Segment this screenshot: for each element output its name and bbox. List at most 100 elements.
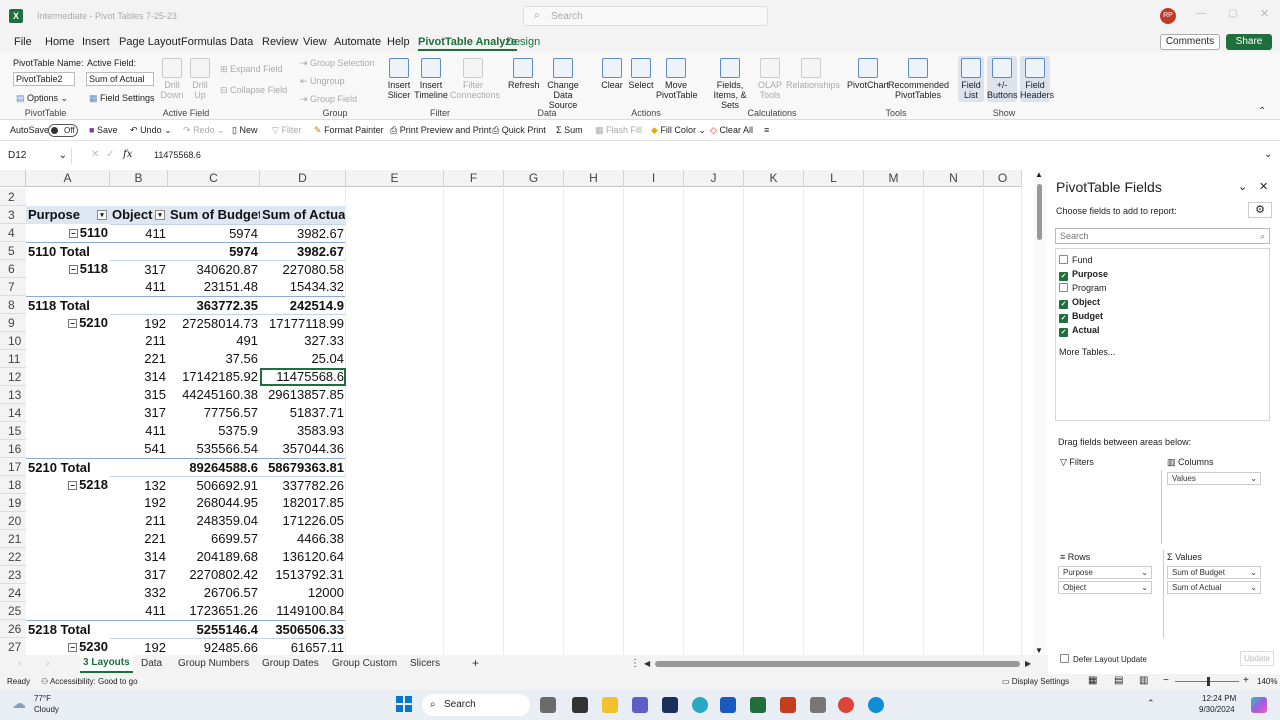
- filter-dropdown-icon[interactable]: ▾: [97, 210, 107, 220]
- cell-b[interactable]: 317: [110, 404, 168, 422]
- sum-button[interactable]: Σ Sum: [556, 125, 583, 135]
- defer-layout-checkbox[interactable]: Defer Layout Update: [1060, 654, 1147, 664]
- clear-all-button[interactable]: ◇ Clear All: [710, 125, 753, 136]
- collapse-ribbon-icon[interactable]: ⌃: [1258, 106, 1266, 117]
- formula-input[interactable]: 11475568.6: [154, 150, 201, 160]
- fill-color-button[interactable]: ◆ Fill Color ⌄: [651, 125, 706, 136]
- cell-b[interactable]: 541: [110, 440, 168, 458]
- cell-b[interactable]: 211: [110, 332, 168, 350]
- row-header[interactable]: 2: [0, 188, 26, 206]
- column-header-b[interactable]: B: [110, 170, 168, 187]
- row-header[interactable]: 27: [0, 638, 26, 655]
- row-header[interactable]: 3: [0, 206, 26, 224]
- cell-c[interactable]: 5974: [168, 242, 260, 260]
- expand-field-button[interactable]: ⊞ Expand Field: [220, 64, 283, 75]
- field-purpose[interactable]: ✓ Purpose: [1059, 269, 1108, 281]
- row-header[interactable]: 20: [0, 512, 26, 530]
- field-search-input[interactable]: Search ⌕: [1055, 228, 1270, 244]
- column-header-n[interactable]: N: [924, 170, 984, 187]
- move-pivottable-button[interactable]: Move PivotTable: [656, 58, 698, 100]
- values-item-budget[interactable]: Sum of Budget ⌄: [1167, 566, 1261, 579]
- panel-options-chevron-icon[interactable]: ⌄: [1238, 180, 1247, 193]
- cell-d[interactable]: 242514.9: [260, 296, 346, 314]
- row-header[interactable]: 6: [0, 260, 26, 278]
- field-headers-button[interactable]: Field Headers: [1020, 56, 1054, 102]
- rows-item-object[interactable]: Object ⌄: [1058, 581, 1152, 594]
- insert-slicer-button[interactable]: Insert Slicer: [386, 58, 412, 100]
- drill-down-button[interactable]: Drill Down: [160, 58, 184, 100]
- cell-d[interactable]: 3583.93: [260, 422, 346, 440]
- cell-b[interactable]: 332: [110, 584, 168, 602]
- column-header-l[interactable]: L: [804, 170, 864, 187]
- field-program[interactable]: Program: [1059, 283, 1107, 293]
- cell-a[interactable]: 5118 Total: [26, 296, 110, 314]
- cell-c[interactable]: 5255146.4: [168, 620, 260, 638]
- accessibility-status[interactable]: ⚇ Accessibility: Good to go: [41, 677, 138, 686]
- autosave-toggle[interactable]: Off: [48, 124, 78, 137]
- row-header[interactable]: 7: [0, 278, 26, 296]
- row-header[interactable]: 9: [0, 314, 26, 332]
- ungroup-button[interactable]: ⇤ Ungroup: [300, 76, 345, 87]
- cell-b[interactable]: 192: [110, 638, 168, 655]
- cell-c[interactable]: 23151.48: [168, 278, 260, 296]
- h-scroll-left-icon[interactable]: ◀: [644, 659, 650, 668]
- quick-print-button[interactable]: ⎙ Quick Print: [492, 125, 546, 136]
- cell-a[interactable]: [26, 566, 110, 584]
- row-header[interactable]: 17: [0, 458, 26, 476]
- cell-c[interactable]: 340620.87: [168, 260, 260, 278]
- cell-a[interactable]: 5218 Total: [26, 620, 110, 638]
- cell-a[interactable]: 5110 Total: [26, 242, 110, 260]
- column-header-g[interactable]: G: [504, 170, 564, 187]
- l-app-icon[interactable]: [662, 697, 678, 713]
- cell-b[interactable]: 315: [110, 386, 168, 404]
- pivotchart-button[interactable]: PivotChart: [846, 58, 890, 90]
- cell-a[interactable]: [26, 494, 110, 512]
- cell-d[interactable]: 182017.85: [260, 494, 346, 512]
- zoom-slider-thumb[interactable]: [1207, 677, 1210, 686]
- tab-design[interactable]: Design: [506, 36, 540, 48]
- vertical-scrollbar[interactable]: ▲ ▼: [1033, 170, 1047, 655]
- row-header[interactable]: 22: [0, 548, 26, 566]
- share-button[interactable]: Share: [1226, 34, 1272, 50]
- filter-connections-button[interactable]: Filter Connections: [450, 58, 500, 100]
- confirm-icon[interactable]: ✓: [106, 149, 114, 160]
- settings-icon[interactable]: [810, 697, 826, 713]
- cell-b[interactable]: [110, 188, 168, 206]
- field-checkbox[interactable]: ✓: [1059, 314, 1068, 323]
- weather-icon[interactable]: ☁: [12, 695, 26, 712]
- field-checkbox[interactable]: ✓: [1059, 328, 1068, 337]
- column-header-a[interactable]: A: [26, 170, 110, 187]
- sheet-tab-group-dates[interactable]: Group Dates: [262, 658, 319, 669]
- cell-d[interactable]: 11475568.6: [260, 368, 346, 386]
- cell-a[interactable]: −5230: [26, 638, 110, 655]
- cell-b[interactable]: 317: [110, 260, 168, 278]
- undo-button[interactable]: ↶ Undo ⌄: [130, 125, 172, 136]
- cell-b[interactable]: 192: [110, 494, 168, 512]
- cell-b[interactable]: [110, 458, 168, 476]
- page-layout-view-icon[interactable]: ▤: [1114, 675, 1123, 686]
- rows-item-purpose[interactable]: Purpose ⌄: [1058, 566, 1152, 579]
- insert-function-icon[interactable]: fx: [123, 149, 132, 160]
- zoom-out-icon[interactable]: −: [1163, 675, 1169, 686]
- cell-c[interactable]: [168, 188, 260, 206]
- excel-app-icon[interactable]: X: [9, 9, 23, 23]
- tab-page-layout[interactable]: Page Layout: [119, 36, 181, 48]
- refresh-button[interactable]: Refresh: [508, 58, 540, 90]
- cell-b[interactable]: 317: [110, 566, 168, 584]
- cell-a[interactable]: [26, 512, 110, 530]
- cell-b[interactable]: [110, 296, 168, 314]
- cell-c[interactable]: Sum of Budget: [168, 206, 260, 224]
- cell-c[interactable]: 17142185.92: [168, 368, 260, 386]
- cell-c[interactable]: 363772.35: [168, 296, 260, 314]
- insert-timeline-button[interactable]: Insert Timeline: [414, 58, 448, 100]
- file-explorer-icon[interactable]: [602, 697, 618, 713]
- field-actual[interactable]: ✓ Actual: [1059, 325, 1100, 337]
- row-header[interactable]: 26: [0, 620, 26, 638]
- cell-d[interactable]: [260, 188, 346, 206]
- cell-a[interactable]: [26, 602, 110, 620]
- collapse-icon[interactable]: −: [68, 265, 78, 274]
- filters-drop-area[interactable]: [1057, 470, 1162, 544]
- restore-icon[interactable]: ▢: [1228, 8, 1237, 19]
- cell-d[interactable]: 337782.26: [260, 476, 346, 494]
- cell-b[interactable]: 314: [110, 368, 168, 386]
